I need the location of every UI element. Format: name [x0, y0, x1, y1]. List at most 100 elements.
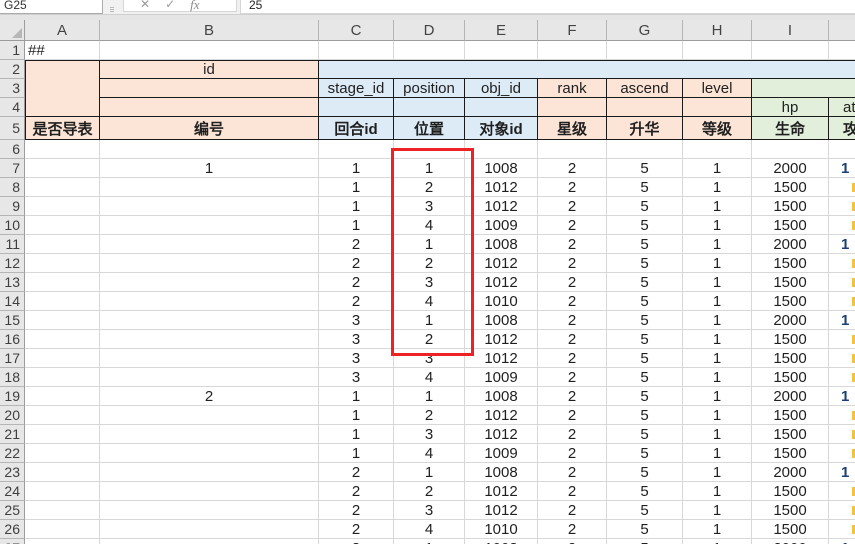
cell[interactable]: 1: [683, 368, 752, 387]
cell[interactable]: 5: [607, 387, 683, 406]
row-header-27[interactable]: 27: [0, 539, 25, 544]
cell-atk-clipped[interactable]: [829, 254, 855, 273]
cell[interactable]: 5: [607, 463, 683, 482]
cell[interactable]: [25, 406, 100, 425]
cell[interactable]: 2: [538, 292, 607, 311]
header-cell-编号[interactable]: 编号: [100, 117, 319, 140]
cell-atk-clipped[interactable]: [829, 501, 855, 520]
cell[interactable]: [100, 330, 319, 349]
cell[interactable]: 2: [538, 311, 607, 330]
row-header-12[interactable]: 12: [0, 254, 25, 273]
cell-atk-clipped[interactable]: 1: [829, 387, 855, 406]
cell[interactable]: 2: [319, 501, 394, 520]
row-header-25[interactable]: 25: [0, 501, 25, 520]
cell[interactable]: [100, 520, 319, 539]
cell[interactable]: 2: [538, 368, 607, 387]
row-header-5[interactable]: 5: [0, 117, 25, 140]
row-header-17[interactable]: 17: [0, 349, 25, 368]
row-header-2[interactable]: 2: [0, 60, 25, 79]
row-header-1[interactable]: 1: [0, 41, 25, 60]
cell[interactable]: [100, 197, 319, 216]
cell[interactable]: 1: [683, 520, 752, 539]
cell[interactable]: 1500: [752, 178, 829, 197]
cell-atk-clipped[interactable]: [829, 140, 855, 159]
cell[interactable]: 1012: [465, 330, 538, 349]
cell[interactable]: 1: [394, 159, 465, 178]
cell[interactable]: 1500: [752, 482, 829, 501]
cell[interactable]: 1: [683, 292, 752, 311]
cell[interactable]: [100, 368, 319, 387]
cell[interactable]: 2: [100, 387, 319, 406]
header-cell[interactable]: [319, 98, 394, 117]
cell[interactable]: 4: [394, 444, 465, 463]
header-cell-生命[interactable]: 生命: [752, 117, 829, 140]
row-header-21[interactable]: 21: [0, 425, 25, 444]
name-box[interactable]: G25: [0, 0, 103, 14]
cell[interactable]: [25, 140, 100, 159]
cell[interactable]: 1012: [465, 406, 538, 425]
row-header-6[interactable]: 6: [0, 140, 25, 159]
cell[interactable]: [465, 41, 538, 60]
column-header-F[interactable]: F: [538, 20, 607, 41]
cell[interactable]: 1010: [465, 520, 538, 539]
cell[interactable]: [100, 501, 319, 520]
cell[interactable]: [100, 254, 319, 273]
cell[interactable]: 3: [394, 501, 465, 520]
cell[interactable]: 1012: [465, 349, 538, 368]
cell[interactable]: 2: [394, 254, 465, 273]
cell[interactable]: 5: [607, 444, 683, 463]
cell[interactable]: 1: [319, 444, 394, 463]
cell[interactable]: 2000: [752, 387, 829, 406]
cell[interactable]: 1: [319, 197, 394, 216]
cell[interactable]: 1012: [465, 197, 538, 216]
cell[interactable]: 5: [607, 425, 683, 444]
cell[interactable]: 2: [319, 254, 394, 273]
cell[interactable]: 2: [538, 216, 607, 235]
cell[interactable]: 5: [607, 273, 683, 292]
cell[interactable]: [25, 178, 100, 197]
header-cell-obj_id[interactable]: obj_id: [465, 79, 538, 98]
header-cell-hp[interactable]: hp: [752, 98, 829, 117]
cell[interactable]: 2: [538, 197, 607, 216]
cell[interactable]: [25, 311, 100, 330]
cell[interactable]: 1: [683, 501, 752, 520]
cell[interactable]: 2: [538, 387, 607, 406]
column-header-G[interactable]: G: [607, 20, 683, 41]
cell[interactable]: 2: [538, 235, 607, 254]
cell-atk-clipped[interactable]: 1: [829, 235, 855, 254]
column-header-I[interactable]: I: [752, 20, 829, 41]
header-cell-升华[interactable]: 升华: [607, 117, 683, 140]
cell[interactable]: [100, 349, 319, 368]
header-cell[interactable]: [465, 98, 538, 117]
cell[interactable]: 2: [538, 273, 607, 292]
cell[interactable]: [25, 501, 100, 520]
cell[interactable]: 5: [607, 178, 683, 197]
cell[interactable]: [829, 41, 855, 60]
cell[interactable]: [100, 235, 319, 254]
cell[interactable]: 5: [607, 482, 683, 501]
cell[interactable]: 1012: [465, 273, 538, 292]
cell[interactable]: 1: [683, 311, 752, 330]
header-cell-对象id[interactable]: 对象id: [465, 117, 538, 140]
cell[interactable]: 1009: [465, 216, 538, 235]
cell[interactable]: [25, 197, 100, 216]
row-header-7[interactable]: 7: [0, 159, 25, 178]
cell[interactable]: 5: [607, 235, 683, 254]
cell-atk-clipped[interactable]: 1: [829, 159, 855, 178]
cell[interactable]: 2: [394, 482, 465, 501]
cell[interactable]: 1: [319, 387, 394, 406]
header-cell-position[interactable]: position: [394, 79, 465, 98]
cell[interactable]: 1012: [465, 482, 538, 501]
cell[interactable]: 1: [394, 539, 465, 544]
cell[interactable]: 3: [394, 197, 465, 216]
cell[interactable]: [100, 539, 319, 544]
cell[interactable]: 1012: [465, 425, 538, 444]
cell[interactable]: [100, 444, 319, 463]
cell[interactable]: [100, 41, 319, 60]
cell[interactable]: 1009: [465, 368, 538, 387]
cell[interactable]: [25, 254, 100, 273]
cell[interactable]: 3: [319, 368, 394, 387]
cell[interactable]: 3: [319, 330, 394, 349]
cell[interactable]: 3: [319, 349, 394, 368]
cell[interactable]: [319, 140, 394, 159]
